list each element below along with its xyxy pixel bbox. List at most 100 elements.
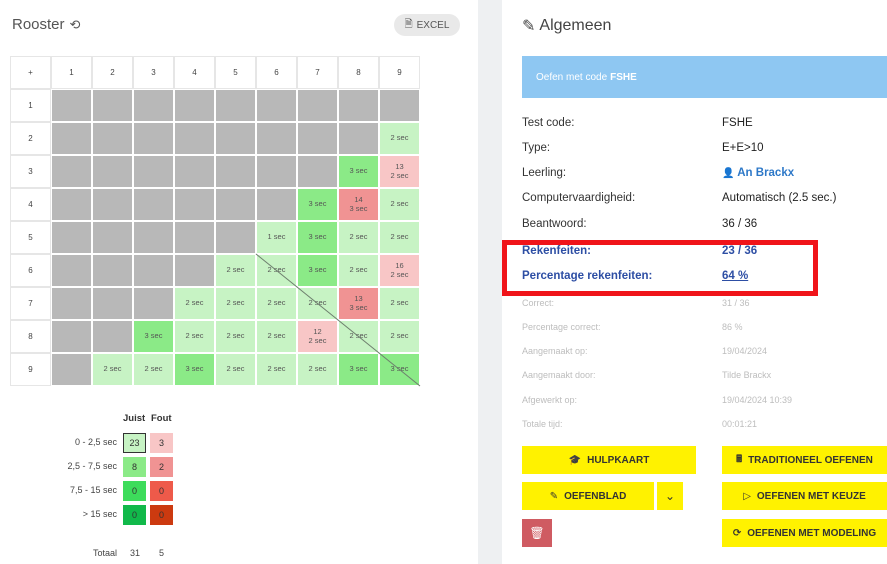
- delete-button[interactable]: 🗑: [522, 519, 552, 547]
- traditioneel-label: TRADITIONEEL OEFENEN: [748, 454, 873, 466]
- grid-cell: 3 sec: [297, 188, 338, 221]
- chevron-down-icon: ⌄: [664, 489, 676, 503]
- info-label: Correct:: [522, 298, 555, 308]
- user-icon: 👤: [722, 168, 738, 179]
- grid-cell: [51, 188, 92, 221]
- pencil-icon: ✎: [549, 490, 559, 502]
- grid-cell: [174, 122, 215, 155]
- grid-cell: [92, 254, 133, 287]
- grid-cell: 2 sec: [256, 353, 297, 386]
- grid-cell: 3 sec: [297, 254, 338, 287]
- grid-cell: [256, 89, 297, 122]
- info-value: 86 %: [722, 322, 743, 332]
- oefenblad-button[interactable]: ✎ OEFENBLAD: [522, 482, 654, 510]
- grid-cell: 2 sec: [174, 287, 215, 320]
- panel-title: Rooster ⟲: [12, 16, 80, 33]
- oefenblad-label: OEFENBLAD: [564, 490, 627, 502]
- grid-cell: [297, 89, 338, 122]
- oefenblad-dropdown-button[interactable]: ⌄: [657, 482, 683, 510]
- pencil-icon: ✎: [522, 18, 536, 35]
- excel-button[interactable]: 🗎 EXCEL: [394, 14, 460, 36]
- grid-cell: [51, 353, 92, 386]
- grid-cell: 12 2 sec: [297, 320, 338, 353]
- grid-row-header: 9: [10, 353, 51, 386]
- grid-cell: 2 sec: [379, 188, 420, 221]
- grid-cell: 2 sec: [379, 320, 420, 353]
- refresh-icon[interactable]: ⟲: [70, 17, 81, 33]
- grid-cell: [215, 89, 256, 122]
- info-row: Test code: FSHE: [522, 117, 887, 137]
- summary-fout-value: 0: [150, 505, 173, 525]
- grid-col-header: 5: [215, 56, 256, 89]
- grid-col-header: 8: [338, 56, 379, 89]
- info-row: Percentage correct: 86 %: [522, 322, 887, 342]
- grid-col-header: 4: [174, 56, 215, 89]
- grid-cell: [133, 254, 174, 287]
- summary-table: Juist Fout 0 - 2,5 sec 23 3 2,5 - 7,5 sec 8 2…: [55, 413, 215, 563]
- info-label: Beantwoord:: [522, 218, 587, 230]
- summary-row-label: 7,5 - 15 sec: [69, 485, 117, 495]
- grid-cell: [92, 89, 133, 122]
- total-juist: 31: [130, 548, 141, 558]
- banner-code: FSHE: [610, 71, 637, 83]
- info-row: Leerling: 👤 An Brackx: [522, 167, 887, 187]
- grid-cell: 14 3 sec: [338, 188, 379, 221]
- total-fout: 5: [159, 548, 165, 558]
- refresh-icon: ⟳: [732, 527, 742, 539]
- student-link[interactable]: 👤 An Brackx: [722, 167, 794, 179]
- grid-cell: [215, 221, 256, 254]
- multiplication-grid: +1 2 3 4 5 6 7 8 9 1 2 3 4 5 6 7 8 9 2 sec 3 sec 13 2 sec 3 se…: [10, 56, 422, 390]
- info-value: 36 / 36: [722, 218, 758, 230]
- info-value: 00:01:21: [722, 419, 758, 429]
- grid-cell: [338, 122, 379, 155]
- traditioneel-oefenen-button[interactable]: 🖩 TRADITIONEEL OEFENEN: [722, 446, 887, 474]
- oefenen-met-keuze-button[interactable]: ▷ OEFENEN MET KEUZE: [722, 482, 887, 510]
- grid-cell: 2 sec: [297, 353, 338, 386]
- pointer-icon: ▷: [743, 490, 751, 502]
- grid-cell: [174, 254, 215, 287]
- grid-cell: [256, 188, 297, 221]
- grid-cell: 2 sec: [338, 254, 379, 287]
- rooster-title: Rooster: [12, 16, 65, 33]
- grid-cell: [174, 221, 215, 254]
- info-label: Afgewerkt op:: [522, 395, 578, 405]
- summary-fout-value: 2: [150, 457, 173, 477]
- info-row: Computervaardigheid: Automatisch (2.5 sec…: [522, 192, 887, 212]
- grid-cell: [133, 122, 174, 155]
- grid-row-header: 7: [10, 287, 51, 320]
- hulpkaart-label: HULPKAART: [587, 454, 650, 466]
- grid-col-header: 1: [51, 56, 92, 89]
- grid-cell: [51, 89, 92, 122]
- info-row: Aangemaakt door: Tilde Brackx: [522, 370, 887, 390]
- oefenen-met-modeling-button[interactable]: ⟳ OEFENEN MET MODELING: [722, 519, 887, 547]
- grid-cell: [51, 122, 92, 155]
- grid-cell: [133, 188, 174, 221]
- info-row: Type: E+E>10: [522, 142, 887, 162]
- grid-cell: [133, 287, 174, 320]
- info-label: Test code:: [522, 117, 575, 129]
- summary-juist-value: 0: [123, 481, 146, 501]
- grid-cell: [379, 89, 420, 122]
- info-label: Aangemaakt op:: [522, 346, 588, 356]
- grid-cell: 3 sec: [133, 320, 174, 353]
- grid-cell: [174, 89, 215, 122]
- info-value: 19/04/2024 10:39: [722, 395, 793, 405]
- grid-cell: [92, 221, 133, 254]
- grid-row-header: 4: [10, 188, 51, 221]
- grid-cell: [92, 188, 133, 221]
- grid-cell: 2 sec: [215, 254, 256, 287]
- grid-cell: 2 sec: [256, 287, 297, 320]
- grid-cell: 13 3 sec: [338, 287, 379, 320]
- practice-code-banner: Oefen met code FSHE: [522, 56, 887, 98]
- info-label: Computervaardigheid:: [522, 192, 636, 204]
- keuze-label: OEFENEN MET KEUZE: [756, 490, 866, 502]
- grid-cell: 3 sec: [338, 353, 379, 386]
- info-value: 31 / 36: [722, 298, 750, 308]
- grid-corner: +: [10, 56, 51, 89]
- grid-row-header: 6: [10, 254, 51, 287]
- summary-fout-value: 0: [150, 481, 173, 501]
- grid-col-header: 3: [133, 56, 174, 89]
- grid-cell: [133, 221, 174, 254]
- hulpkaart-button[interactable]: 🎓 HULPKAART: [522, 446, 696, 474]
- col-fout: Fout: [151, 413, 172, 424]
